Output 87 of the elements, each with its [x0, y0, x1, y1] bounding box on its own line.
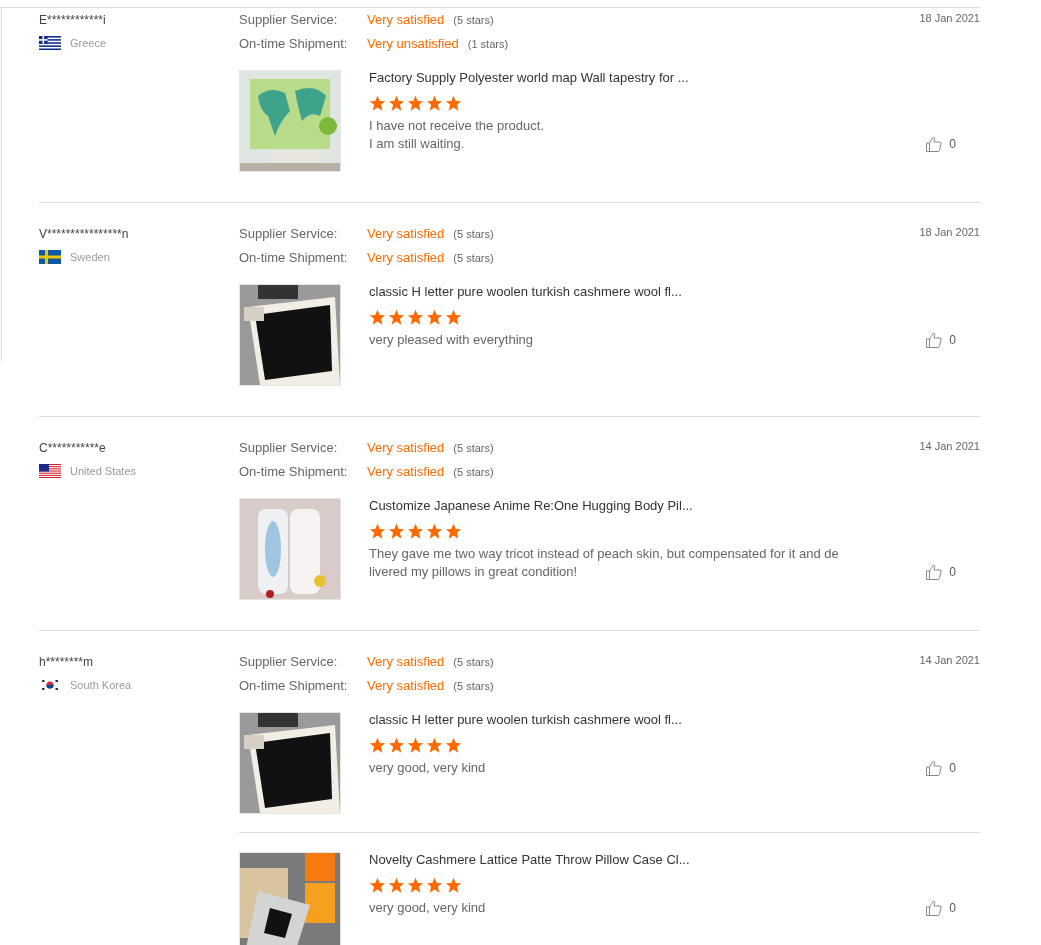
country-name: Greece [70, 37, 107, 49]
reviewer-name: h********m [39, 654, 95, 670]
star-icon [407, 523, 424, 540]
thumbs-up-icon[interactable] [925, 899, 944, 917]
country-name: South Korea [70, 679, 132, 691]
star-count: (5 stars) [453, 656, 494, 668]
review-text: I am still waiting. [369, 135, 466, 153]
star-icon [426, 737, 443, 754]
star-icon [407, 95, 424, 112]
star-count: (5 stars) [453, 252, 494, 264]
rating-label: Supplier Service: [239, 440, 339, 455]
thumbs-up-icon[interactable] [925, 759, 944, 777]
flag-icon [39, 678, 61, 692]
reviewer-name: E************i [39, 12, 107, 28]
star-icon [369, 309, 386, 326]
country-name: Sweden [70, 251, 110, 263]
star-icon [388, 877, 405, 894]
product-title[interactable]: Factory Supply Polyester world map Wall tapestry for ... [369, 70, 689, 86]
flag-icon [39, 250, 61, 264]
flag-icon [39, 464, 61, 478]
star-icon [388, 95, 405, 112]
rating-value: Very unsatisfied [367, 36, 459, 51]
star-icon [426, 309, 443, 326]
rating-value: Very satisfied [367, 440, 445, 455]
rating-value: Very satisfied [367, 226, 445, 241]
star-icon [388, 523, 405, 540]
rating-value: Very satisfied [367, 250, 445, 265]
star-icon [445, 95, 462, 112]
rating-value: Very satisfied [367, 654, 445, 669]
star-count: (5 stars) [453, 466, 494, 478]
review-text: very pleased with everything [369, 331, 535, 349]
like-count: 0 [949, 333, 956, 347]
country-name: United States [70, 465, 137, 477]
star-icon [388, 737, 405, 754]
star-count: (5 stars) [453, 680, 494, 692]
rating-label: On-time Shipment: [239, 464, 349, 479]
product-title[interactable]: classic H letter pure woolen turkish cashmere wool fl... [369, 712, 682, 728]
product-title[interactable]: Customize Japanese Anime Re:One Hugging Body Pil... [369, 498, 839, 514]
rating-label: Supplier Service: [239, 226, 339, 241]
review-text: very good, very kind [369, 899, 487, 917]
rating-value: Very satisfied [367, 678, 445, 693]
rating-label: Supplier Service: [239, 12, 339, 27]
rating-value: Very satisfied [367, 464, 445, 479]
star-icon [369, 523, 386, 540]
like-count: 0 [949, 565, 956, 579]
product-title[interactable]: Novelty Cashmere Lattice Patte Throw Pillow Case Cl... [369, 852, 690, 868]
review-date: 18 Jan 2021 [919, 226, 980, 240]
review-date: 14 Jan 2021 [919, 654, 980, 668]
rating-label: On-time Shipment: [239, 678, 349, 693]
star-icon [445, 737, 462, 754]
review-date: 18 Jan 2021 [919, 12, 980, 26]
rating-label: Supplier Service: [239, 654, 339, 669]
star-icon [445, 523, 462, 540]
star-count: (5 stars) [453, 14, 494, 26]
thumbs-up-icon[interactable] [925, 563, 944, 581]
star-icon [426, 877, 443, 894]
star-icon [388, 309, 405, 326]
review-text: I have not receive the product. [369, 117, 545, 135]
star-icon [369, 95, 386, 112]
star-icon [445, 309, 462, 326]
review-date: 14 Jan 2021 [919, 440, 980, 454]
rating-value: Very satisfied [367, 12, 445, 27]
star-count: (1 stars) [467, 38, 509, 50]
star-icon [369, 737, 386, 754]
star-count: (5 stars) [453, 442, 494, 454]
review-text: They gave me two way tricot instead of peach skin, but compensated for it and de [369, 545, 839, 563]
thumbs-up-icon[interactable] [925, 331, 944, 349]
star-icon [369, 877, 386, 894]
reviewer-name: V****************n [39, 226, 130, 242]
like-count: 0 [949, 137, 956, 151]
reviewer-name: C***********e [39, 440, 107, 456]
thumbs-up-icon[interactable] [925, 135, 944, 153]
product-title[interactable]: classic H letter pure woolen turkish cashmere wool fl... [369, 284, 682, 300]
flag-icon [39, 36, 61, 50]
review-text: very good, very kind [369, 759, 487, 777]
rating-label: On-time Shipment: [239, 36, 349, 51]
star-icon [426, 95, 443, 112]
rating-label: On-time Shipment: [239, 250, 349, 265]
star-count: (5 stars) [453, 228, 494, 240]
like-count: 0 [949, 761, 956, 775]
star-icon [445, 877, 462, 894]
review-text: livered my pillows in great condition! [369, 563, 579, 581]
star-icon [426, 523, 443, 540]
star-icon [407, 877, 424, 894]
like-count: 0 [949, 901, 956, 915]
star-icon [407, 309, 424, 326]
star-icon [407, 737, 424, 754]
